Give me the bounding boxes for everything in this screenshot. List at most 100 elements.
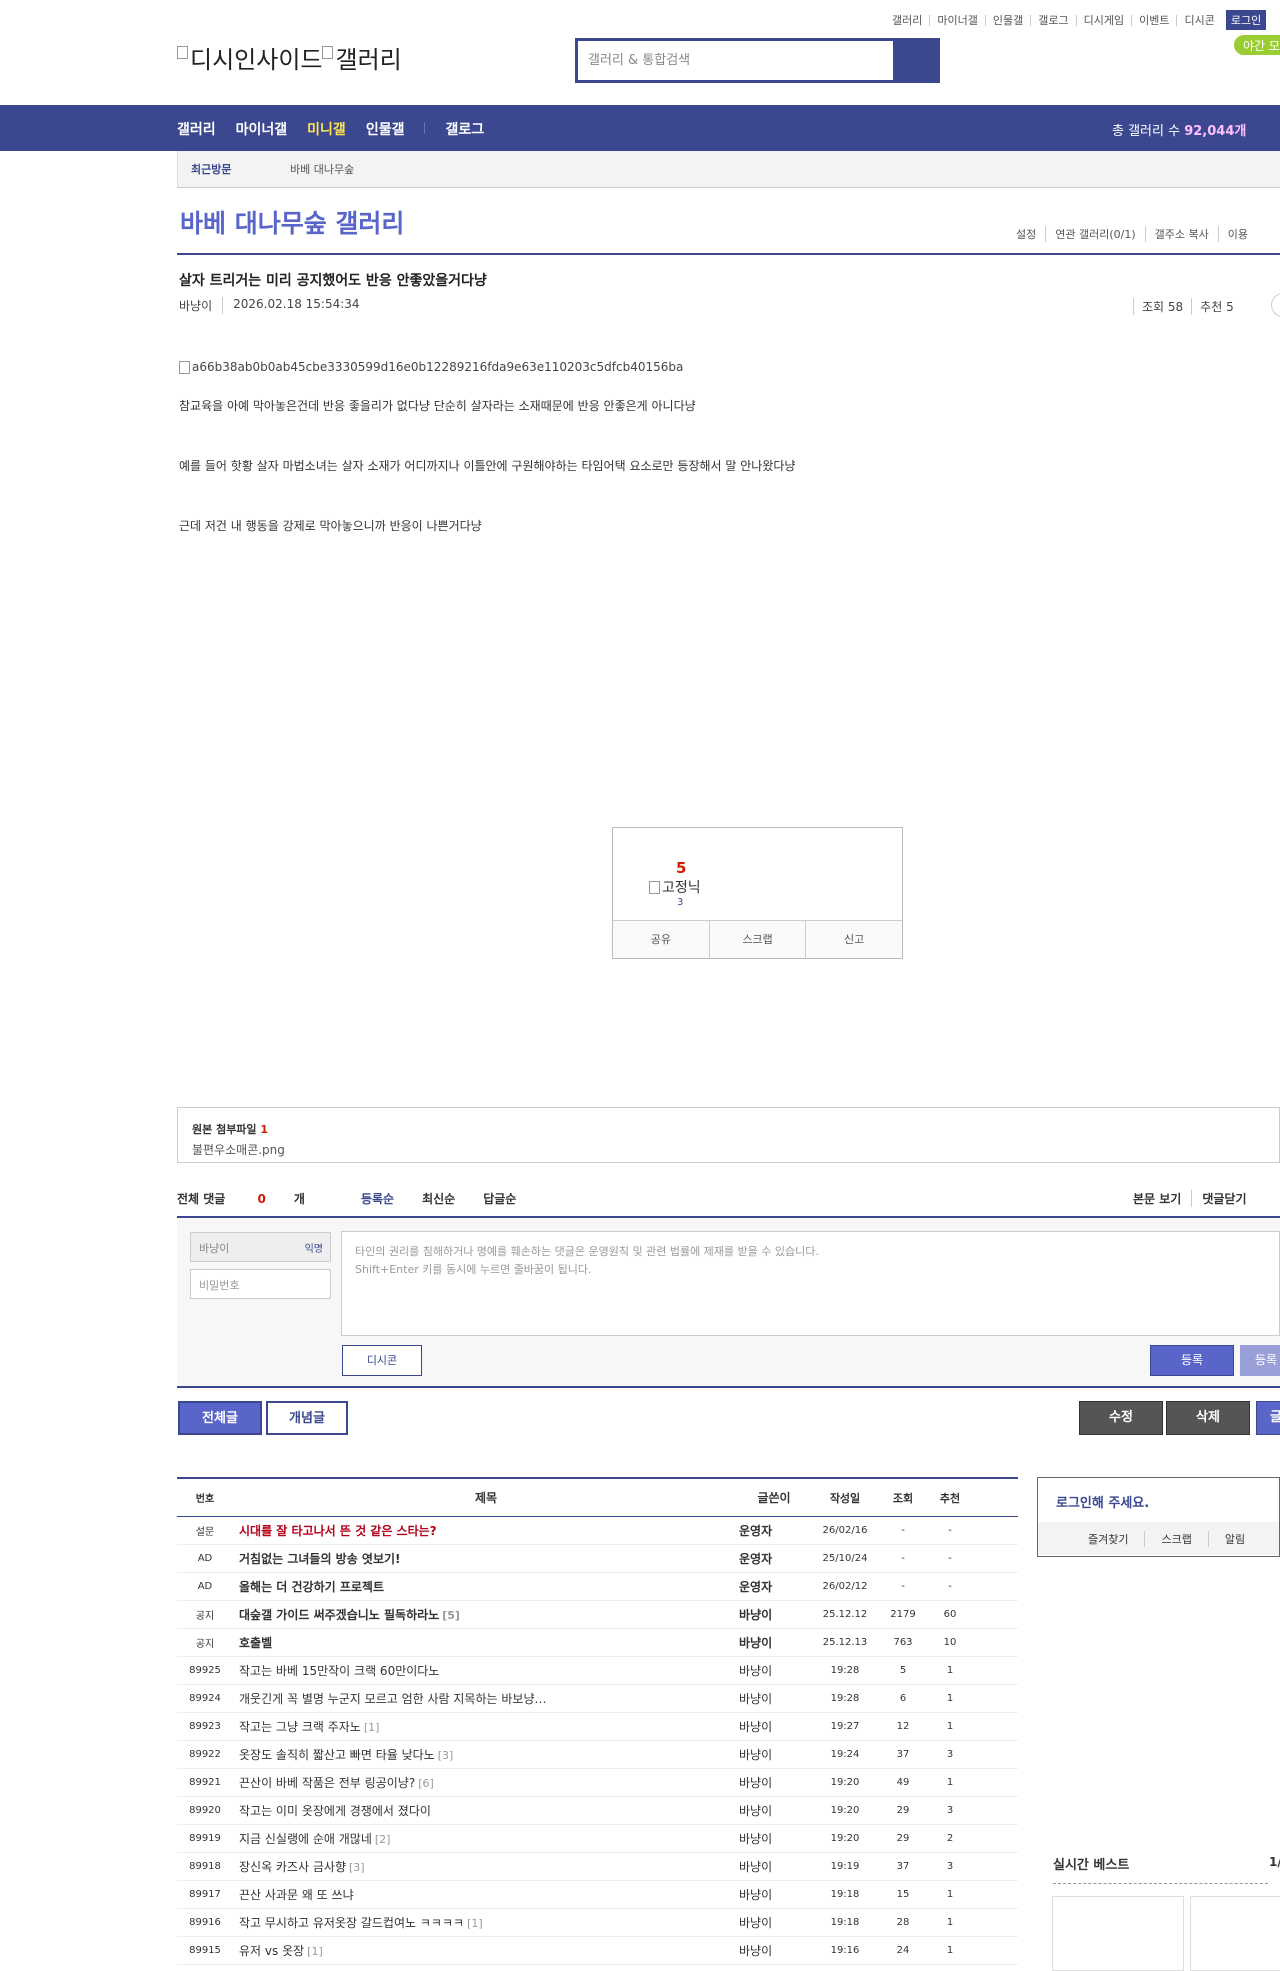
nav-item-gallery[interactable]: 갤러리: [177, 119, 216, 139]
top-link-gallog[interactable]: 갤로그: [1030, 14, 1075, 26]
reply-count[interactable]: [2]: [375, 1833, 391, 1846]
row-title[interactable]: 거침없는 그녀들의 방송 엿보기!: [233, 1550, 739, 1567]
gallery-link-usage[interactable]: 이용: [1217, 226, 1257, 242]
reply-count[interactable]: [3]: [438, 1749, 454, 1762]
table-row[interactable]: 89917 끈산 사과문 왜 또 쓰냐 바냥이 19:18 15 1: [177, 1881, 1018, 1909]
row-title[interactable]: 개웃긴게 꼭 별명 누군지 모르고 엄한 사람 지목하는 바보냥…: [233, 1690, 739, 1707]
password-field[interactable]: 비밀번호: [190, 1269, 331, 1299]
table-row[interactable]: AD 거침없는 그녀들의 방송 엿보기! 운영자 25/10/24 - -: [177, 1545, 1018, 1573]
table-row[interactable]: AD 올해는 더 건강하기 프로젝트 운영자 26/02/12 - -: [177, 1573, 1018, 1601]
comment-submit-button[interactable]: 등록: [1150, 1345, 1234, 1376]
post-paragraph: 예를 들어 핫황 살자 마법소녀는 살자 소재가 어디까지나 이틀안에 구원해야…: [179, 459, 796, 473]
nickname-field[interactable]: 바냥이 익명: [190, 1232, 331, 1262]
row-title[interactable]: 호출벨: [233, 1634, 739, 1651]
nav-item-gallog[interactable]: 갤로그: [445, 119, 484, 139]
table-row[interactable]: 89920 작고는 이미 옷장에게 경쟁에서 졌다이 바냥이 19:20 29 3: [177, 1797, 1018, 1825]
table-row[interactable]: 89922 옷장도 솔직히 짧산고 빠면 타율 낮다노 [3] 바냥이 19:24 37 3: [177, 1741, 1018, 1769]
top-link-event[interactable]: 이벤트: [1131, 14, 1176, 26]
row-title[interactable]: 장신옥 카즈사 금사향 [3]: [233, 1858, 739, 1875]
table-row[interactable]: 89915 유저 vs 옷장 [1] 바냥이 19:16 24 1: [177, 1937, 1018, 1965]
delete-button[interactable]: 삭제: [1166, 1401, 1250, 1435]
row-number-text: AD: [197, 1581, 213, 1592]
row-date-text: 19:24: [830, 1749, 860, 1760]
write-button[interactable]: 글: [1256, 1401, 1280, 1435]
table-row[interactable]: 89925 작고는 바베 15만작이 크랙 60만이다노 바냥이 19:28 5 1: [177, 1657, 1018, 1685]
login-prompt[interactable]: 로그인해 주세요.: [1038, 1478, 1279, 1522]
row-title[interactable]: 올해는 더 건강하기 프로젝트: [233, 1578, 739, 1595]
row-title[interactable]: 대숲갤 가이드 써주겠습니노 필독하라노 [5]: [233, 1606, 739, 1623]
best-card[interactable]: [1052, 1896, 1184, 1971]
row-title[interactable]: 작고 무시하고 유저옷장 갈드컵여노 ㅋㅋㅋㅋ [1]: [233, 1914, 739, 1931]
table-row[interactable]: 공지 대숲갤 가이드 써주겠습니노 필독하라노 [5] 바냥이 25.12.12 2179…: [177, 1601, 1018, 1629]
reply-count[interactable]: [1]: [364, 1721, 380, 1734]
row-date-text: 19:20: [830, 1805, 860, 1816]
more-options-icon[interactable]: [1271, 293, 1280, 317]
favorites-link[interactable]: 즐겨찾기: [1038, 1531, 1144, 1547]
table-row[interactable]: 89916 작고 무시하고 유저옷장 갈드컵여노 ㅋㅋㅋㅋ [1] 바냥이 19:18 2…: [177, 1909, 1018, 1937]
comment-submit-secondary-button[interactable]: 등록: [1240, 1345, 1280, 1376]
reply-count[interactable]: [1]: [467, 1917, 483, 1930]
table-row[interactable]: 89921 끈산이 바베 작품은 전부 링공이냥? [6] 바냥이 19:20 49 1: [177, 1769, 1018, 1797]
sort-by-replies[interactable]: 답글순: [483, 1190, 516, 1207]
table-row[interactable]: 설문 시대를 잘 타고나서 뜬 것 같은 스타는? 운영자 26/02/16 - -: [177, 1517, 1018, 1545]
recent-visit-item[interactable]: 바베 대나무숲: [290, 161, 354, 177]
gallery-link-related[interactable]: 연관 갤러리(0/1): [1045, 226, 1144, 242]
row-title[interactable]: 끈산이 바베 작품은 전부 링공이냥? [6]: [233, 1774, 739, 1791]
scrap-button[interactable]: 스크랩: [708, 921, 806, 958]
nav-item-person[interactable]: 인물갤: [366, 119, 405, 139]
notification-link[interactable]: 알림: [1207, 1530, 1261, 1547]
reply-count[interactable]: [3]: [349, 1861, 365, 1874]
dccon-button[interactable]: 디시콘: [342, 1345, 422, 1376]
share-button[interactable]: 공유: [613, 921, 709, 958]
login-button[interactable]: 로그인: [1225, 10, 1267, 30]
night-mode-toggle[interactable]: 야간 모: [1234, 35, 1280, 55]
table-row[interactable]: 89924 개웃긴게 꼭 별명 누군지 모르고 엄한 사람 지목하는 바보냥… 바냥…: [177, 1685, 1018, 1713]
close-comments-link[interactable]: 댓글닫기: [1191, 1190, 1256, 1207]
search-button[interactable]: [893, 41, 937, 80]
gallery-link-settings[interactable]: 설정: [1007, 226, 1045, 242]
table-row[interactable]: 89919 지금 신실랭에 순애 개많네 [2] 바냥이 19:20 29 2: [177, 1825, 1018, 1853]
search-input[interactable]: [578, 41, 893, 80]
sort-by-registered[interactable]: 등록순: [361, 1190, 394, 1207]
top-link-gallery[interactable]: 갤러리: [892, 15, 929, 26]
edit-button[interactable]: 수정: [1079, 1401, 1163, 1435]
row-recommend: 1: [925, 1945, 975, 1956]
row-recommend-text: 1: [946, 1889, 954, 1900]
top-link-dccon[interactable]: 디시콘: [1176, 14, 1221, 26]
post-author[interactable]: 바냥이: [179, 297, 212, 314]
reply-count[interactable]: [1]: [307, 1945, 323, 1958]
view-body-link[interactable]: 본문 보기: [1123, 1190, 1191, 1207]
gallery-link-copy-url[interactable]: 갤주소 복사: [1144, 226, 1218, 242]
top-link-dcgame[interactable]: 디시게임: [1075, 14, 1131, 26]
reply-count[interactable]: [5]: [442, 1609, 460, 1622]
post-image[interactable]: a66b38ab0b0ab45cbe3330599d16e0b12289216f…: [179, 360, 1229, 374]
table-row[interactable]: 89923 작고는 그냥 크랙 주자노 [1] 바냥이 19:27 12 1: [177, 1713, 1018, 1741]
top-link-person[interactable]: 인물갤: [984, 14, 1030, 26]
recent-visit-title[interactable]: 최근방문: [178, 161, 290, 177]
row-title[interactable]: 작고는 그냥 크랙 주자노 [1]: [233, 1718, 739, 1735]
gallery-title[interactable]: 바베 대나무숲 갤러리: [180, 204, 404, 240]
recommended-posts-button[interactable]: 개념글: [266, 1401, 348, 1435]
row-title[interactable]: 유저 vs 옷장 [1]: [233, 1942, 739, 1959]
top-link-minor[interactable]: 마이너갤: [929, 14, 984, 26]
row-title[interactable]: 작고는 이미 옷장에게 경쟁에서 졌다이: [233, 1802, 739, 1819]
all-posts-button[interactable]: 전체글: [178, 1401, 262, 1435]
row-title[interactable]: 끈산 사과문 왜 또 쓰냐: [233, 1886, 739, 1903]
comment-textarea[interactable]: 타인의 권리를 침해하거나 명예를 훼손하는 댓글은 운영원칙 및 관련 법률에…: [341, 1231, 1280, 1336]
row-title[interactable]: 시대를 잘 타고나서 뜬 것 같은 스타는?: [233, 1522, 739, 1539]
scrap-link[interactable]: 스크랩: [1144, 1530, 1207, 1547]
attachment-file[interactable]: 불편우소매콘.png: [192, 1141, 1265, 1158]
nav-item-minor[interactable]: 마이너갤: [236, 119, 288, 139]
table-row[interactable]: 89918 장신옥 카즈사 금사향 [3] 바냥이 19:19 37 3: [177, 1853, 1018, 1881]
row-title[interactable]: 지금 신실랭에 순애 개많네 [2]: [233, 1830, 739, 1847]
site-logo[interactable]: 디시인사이드 갤러리: [177, 40, 402, 75]
best-card[interactable]: [1190, 1896, 1280, 1971]
nav-item-mini[interactable]: 미니갤: [307, 119, 346, 139]
report-button[interactable]: 신고: [805, 921, 902, 958]
row-title[interactable]: 옷장도 솔직히 짧산고 빠면 타율 낮다노 [3]: [233, 1746, 739, 1763]
reply-count[interactable]: [6]: [418, 1777, 434, 1790]
sort-by-latest[interactable]: 최신순: [422, 1190, 455, 1207]
table-row[interactable]: 공지 호출벨 바냥이 25.12.13 763 10: [177, 1629, 1018, 1657]
recommend-area[interactable]: 5 고정닉 3: [613, 828, 902, 920]
row-title[interactable]: 작고는 바베 15만작이 크랙 60만이다노: [233, 1662, 739, 1679]
